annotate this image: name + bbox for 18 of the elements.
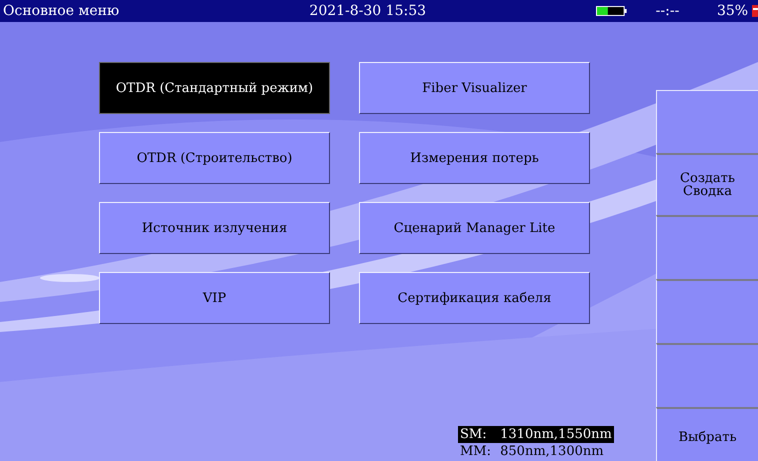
menu-button[interactable]: Fiber Visualizer — [359, 62, 590, 114]
status-icon — [752, 4, 758, 18]
date-time: 2021-8-30 15:53 — [309, 3, 428, 19]
menu-button[interactable]: OTDR (Строительство) — [99, 132, 330, 184]
menu-button[interactable]: VIP — [99, 272, 330, 324]
softkey-button[interactable]: Создать Сводка — [656, 153, 758, 215]
battery-percent: 35% — [716, 3, 748, 19]
softkey-button[interactable]: Выбрать — [656, 407, 758, 461]
menu-button[interactable]: Измерения потерь — [359, 132, 590, 184]
menu-button[interactable]: OTDR (Стандартный режим) — [99, 62, 330, 114]
fiber-mode: SM: 1310nm,1550nm — [458, 426, 614, 443]
screen-title: Основное меню — [3, 3, 120, 19]
menu-button[interactable]: Сертификация кабеля — [359, 272, 590, 324]
clock: --:-- — [656, 3, 680, 19]
fiber-mode: MM: 850nm,1300nm — [459, 443, 605, 460]
menu-button[interactable]: Источник излучения — [99, 202, 330, 254]
battery-icon — [596, 5, 628, 17]
menu-button[interactable]: Сценарий Manager Lite — [359, 202, 590, 254]
